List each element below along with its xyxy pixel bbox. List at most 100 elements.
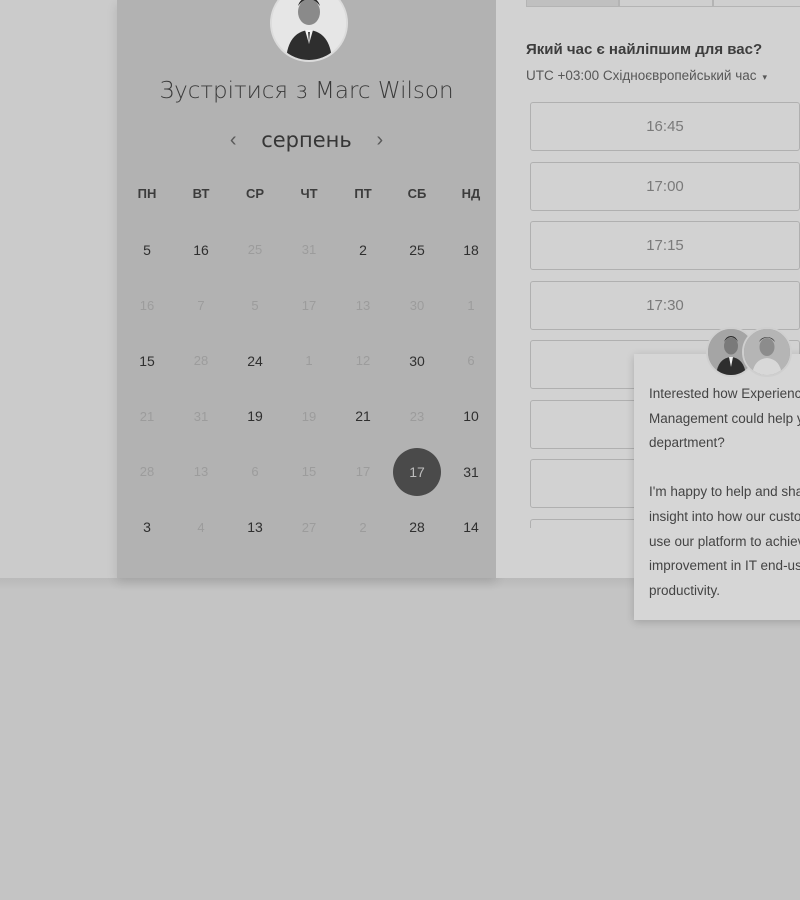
calendar-grid: 5 16 25 31 2 25 18 16 7 5 17 13 30 1 15 28 24 1 12 30 6 21 31 1… (120, 222, 498, 555)
chat-line (649, 456, 800, 481)
day-number: 5 (251, 297, 259, 313)
calendar-panel: Зустрітися з Marc Wilson ‹ серпень › ПН … (117, 0, 496, 578)
calendar-day[interactable]: 18 (444, 222, 498, 278)
host-photo-icon (272, 0, 346, 60)
day-number: 5 (143, 241, 151, 258)
day-number: 2 (359, 519, 367, 535)
timezone-select[interactable]: UTC +03:00 Східноєвропейський час ▾ (526, 68, 767, 83)
calendar-day: 6 (228, 444, 282, 500)
day-number: 1 (467, 297, 475, 313)
day-number: 21 (355, 408, 371, 425)
calendar-day: 5 (228, 278, 282, 334)
day-number: 27 (301, 519, 317, 535)
calendar-week: 21 31 19 19 21 23 10 (120, 389, 498, 445)
day-number: 24 (247, 352, 263, 369)
calendar-day: 7 (174, 278, 228, 334)
chat-line: use our platform to achiev (649, 533, 800, 549)
calendar-day: 17 (282, 278, 336, 334)
calendar-day: 31 (174, 389, 228, 445)
time-slot-button[interactable]: 17:00 (530, 161, 800, 211)
calendar-day[interactable]: 16 (174, 222, 228, 278)
chevron-right-icon[interactable]: › (370, 129, 390, 152)
day-number: 10 (463, 408, 479, 425)
calendar-day: 13 (336, 278, 390, 334)
day-number: 6 (251, 464, 259, 480)
time-slot-button[interactable]: 16:45 (530, 102, 800, 151)
day-number: 21 (139, 408, 155, 424)
calendar-day[interactable]: 15 (120, 333, 174, 389)
timezone-label: UTC +03:00 Східноєвропейський час (526, 68, 757, 83)
chat-line: productivity. (649, 582, 721, 598)
day-number: 25 (409, 241, 425, 258)
day-number: 19 (301, 408, 317, 424)
calendar-day[interactable]: 28 (390, 500, 444, 556)
calendar-day: 1 (444, 278, 498, 334)
chat-line: Interested how Experienc (649, 386, 800, 401)
day-number: 17 (393, 447, 441, 496)
day-number: 30 (409, 297, 425, 313)
calendar-day: 27 (282, 500, 336, 556)
calendar-day: 31 (282, 222, 336, 278)
day-number: 25 (247, 242, 263, 258)
chat-line: insight into how our custo (649, 508, 800, 524)
chat-avatars (706, 327, 792, 379)
calendar-week: 28 13 6 15 17 17 31 (120, 444, 498, 500)
day-number: 23 (409, 408, 425, 424)
chat-line: Management could help y (649, 410, 800, 426)
calendar-day[interactable]: 3 (120, 500, 174, 556)
calendar-day: 17 (336, 444, 390, 500)
caret-down-icon: ▾ (762, 72, 768, 82)
calendar-day[interactable]: 24 (228, 333, 282, 389)
tab-3[interactable] (712, 0, 800, 7)
calendar-day[interactable]: 19 (228, 389, 282, 445)
calendar-day[interactable]: 21 (336, 389, 390, 445)
calendar-day[interactable]: 25 (390, 222, 444, 278)
calendar-day: 12 (336, 333, 390, 389)
day-number: 1 (305, 353, 313, 369)
day-number: 17 (301, 297, 317, 313)
day-number: 13 (355, 297, 371, 313)
time-question: Який час є найліпшим для вас? (526, 41, 763, 58)
tab-2[interactable] (619, 0, 713, 7)
calendar-day[interactable]: 30 (390, 333, 444, 389)
calendar-day: 13 (174, 444, 228, 500)
calendar-day[interactable]: 2 (336, 222, 390, 278)
chat-message: Interested how Experienc Management could… (649, 382, 800, 603)
calendar-day: 6 (444, 333, 498, 389)
weekday-header: ПН ВТ СР ЧТ ПТ СБ НД (120, 186, 498, 201)
calendar-day[interactable]: 5 (120, 222, 174, 278)
chat-line: I'm happy to help and sha (649, 484, 800, 500)
day-number: 14 (463, 519, 479, 536)
calendar-day: 21 (120, 389, 174, 445)
host-avatar (270, 0, 348, 62)
calendar-day[interactable]: 10 (444, 389, 498, 445)
day-number: 31 (301, 242, 317, 258)
calendar-day-selected[interactable]: 17 (390, 444, 444, 500)
tab-1[interactable] (526, 0, 620, 7)
calendar-day[interactable]: 31 (444, 444, 498, 500)
calendar-day: 28 (120, 444, 174, 500)
day-number: 12 (355, 353, 371, 369)
calendar-day[interactable]: 13 (228, 500, 282, 556)
weekday-wed: СР (245, 186, 265, 201)
day-number: 13 (247, 519, 263, 536)
day-number: 4 (197, 519, 205, 535)
calendar-day: 23 (390, 389, 444, 445)
calendar-week: 16 7 5 17 13 30 1 (120, 278, 498, 334)
time-slot-button[interactable]: 17:15 (530, 221, 800, 270)
weekday-sat: СБ (407, 186, 427, 201)
day-number: 28 (409, 519, 425, 536)
calendar-day[interactable]: 14 (444, 500, 498, 556)
chevron-left-icon[interactable]: ‹ (223, 129, 243, 152)
day-number: 6 (467, 353, 475, 369)
calendar-week: 5 16 25 31 2 25 18 (120, 222, 498, 278)
chat-line: improvement in IT end-us (649, 558, 800, 574)
calendar-week: 3 4 13 27 2 28 14 (120, 500, 498, 556)
day-number: 16 (193, 241, 209, 258)
day-number: 16 (139, 297, 155, 313)
day-number: 2 (359, 241, 367, 258)
chat-line: department? (649, 435, 725, 451)
time-slot-button[interactable]: 17:30 (530, 280, 800, 330)
day-number: 31 (463, 463, 479, 480)
agent-avatar-2-icon (742, 327, 792, 377)
